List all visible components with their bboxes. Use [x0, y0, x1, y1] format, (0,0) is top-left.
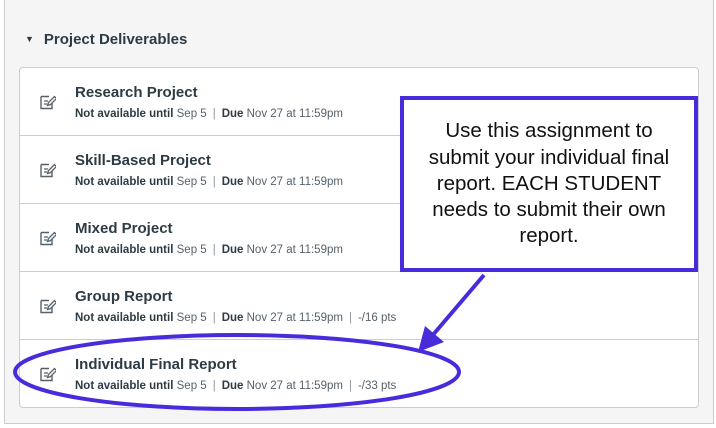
module-title: Project Deliverables [43, 30, 188, 48]
assignment-icon [40, 367, 56, 382]
assignment-icon [40, 163, 56, 178]
assignment-icon [40, 95, 56, 110]
module-item[interactable]: Group Report Not available until Sep 5 | D… [20, 272, 698, 340]
assignment-title-link[interactable]: Individual Final Report [75, 356, 237, 373]
assignment-meta: Not available until Sep 5 | Due Nov 27 at … [75, 312, 397, 324]
assignment-icon [40, 231, 56, 246]
assignment-meta: Not available until Sep 5 | Due Nov 27 at … [75, 108, 343, 120]
annotation-callout-box: Use this assignment to submit your indiv… [400, 96, 698, 272]
assignment-title-link[interactable]: Mixed Project [75, 220, 173, 237]
module-header[interactable]: ▼ Project Deliverables [25, 28, 187, 50]
module-item[interactable]: Individual Final Report Not available un… [20, 340, 698, 407]
assignment-title-link[interactable]: Group Report [75, 288, 173, 305]
assignment-meta: Not available until Sep 5 | Due Nov 27 at … [75, 176, 343, 188]
assignment-meta: Not available until Sep 5 | Due Nov 27 at … [75, 380, 397, 392]
points-value: -/33 pts [357, 380, 397, 392]
assignment-title-link[interactable]: Skill-Based Project [75, 152, 211, 169]
annotation-callout-text: Use this assignment to submit your indiv… [428, 119, 670, 248]
assignment-meta: Not available until Sep 5 | Due Nov 27 at … [75, 244, 343, 256]
assignment-title-link[interactable]: Research Project [75, 84, 198, 101]
assignment-icon [40, 299, 56, 314]
caret-down-icon[interactable]: ▼ [25, 34, 34, 44]
points-value: -/16 pts [357, 312, 397, 324]
